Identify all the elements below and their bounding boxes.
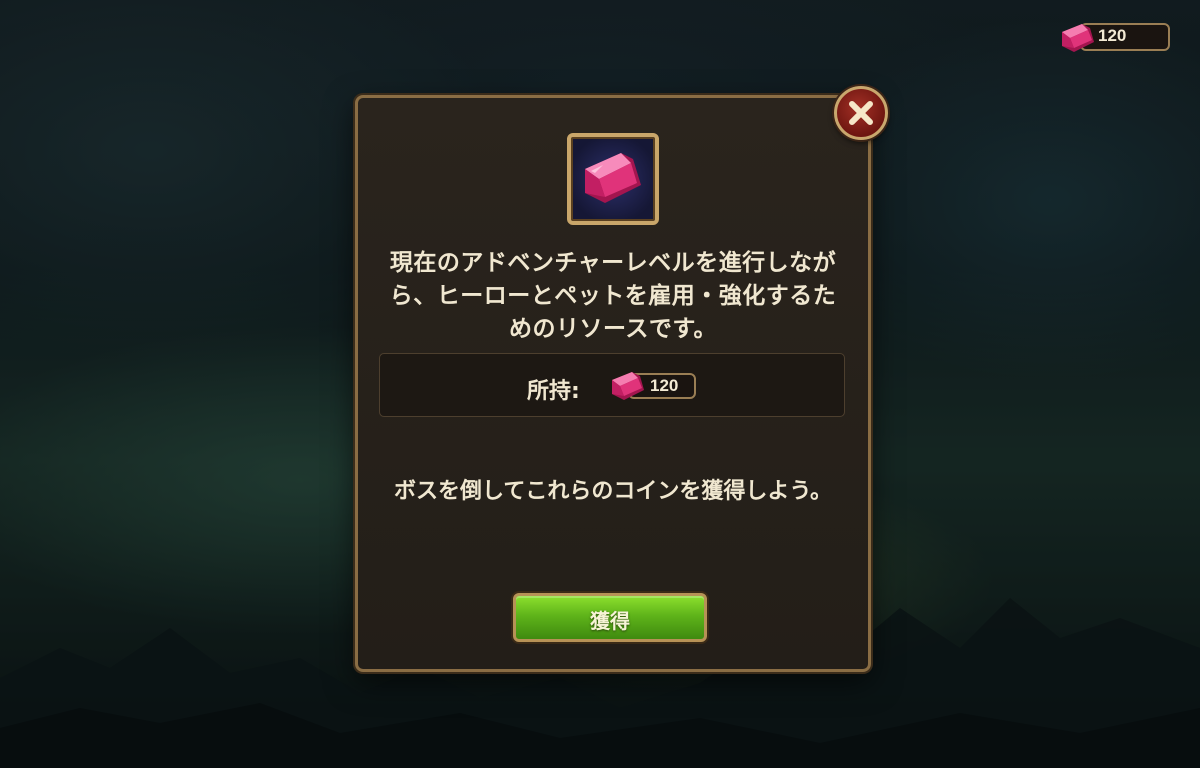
get-button-label: 獲得 (590, 609, 630, 633)
close-button[interactable] (834, 86, 888, 140)
owned-currency: 120 (608, 366, 700, 406)
pink-gem-icon (612, 372, 644, 400)
currency-value: 120 (1098, 26, 1127, 45)
close-icon (849, 101, 873, 125)
owned-value: 120 (650, 376, 679, 395)
pink-gem-icon (585, 153, 641, 203)
acquire-hint: ボスを倒してこれらのコインを獲得しよう。 (393, 479, 833, 504)
currency-display[interactable]: 120 (1058, 20, 1174, 56)
pink-gem-icon (1062, 24, 1094, 52)
get-button[interactable]: 獲得 (513, 593, 707, 642)
item-description: 現在のアドベンチャーレベルを進行しながら、ヒーローとペットを雇用・強化するための… (389, 250, 837, 342)
owned-label: 所持: (527, 379, 580, 404)
item-icon-frame (567, 133, 659, 225)
